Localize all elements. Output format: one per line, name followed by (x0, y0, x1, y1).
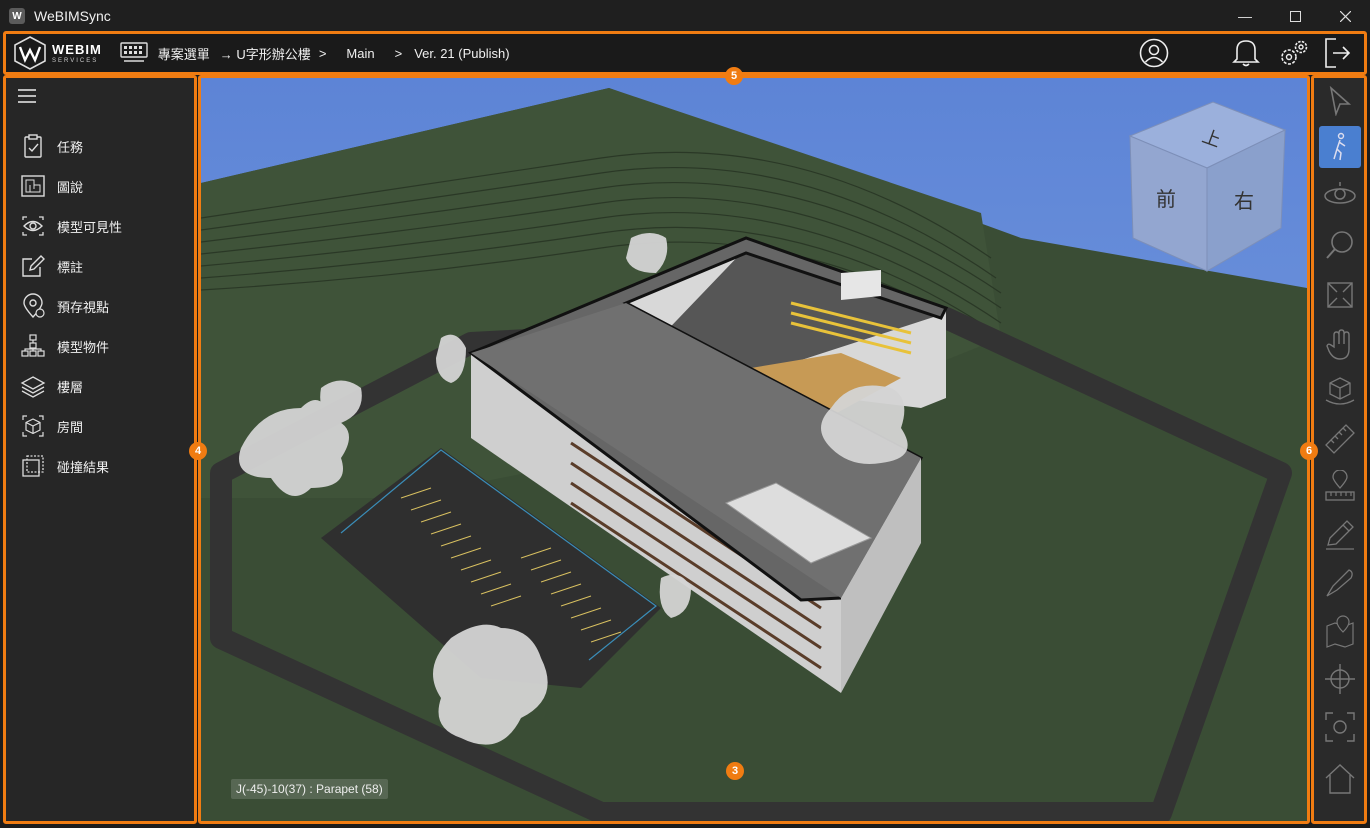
tool-walk[interactable] (1319, 126, 1361, 168)
breadcrumb-projects[interactable]: 專案選單 (158, 44, 210, 63)
measure-ruler-icon (1325, 424, 1355, 454)
sidebar-item-saved-views[interactable]: 預存視點 (20, 286, 122, 326)
user-profile-icon[interactable] (1139, 38, 1169, 68)
right-toolbar (1311, 75, 1367, 824)
settings-gear-icon[interactable] (1278, 38, 1310, 68)
close-button[interactable] (1322, 0, 1368, 32)
blueprint-icon (21, 175, 45, 197)
sidebar-nav: 任務 圖說 模型可見性 標註 預存視點 模型物件 樓層 房間 碰撞結果 (20, 126, 122, 486)
sidebar-item-label: 碰撞結果 (57, 459, 110, 475)
title-bar: W WeBIMSync — (0, 0, 1370, 32)
sidebar-item-label: 標註 (57, 259, 84, 275)
breadcrumb-version[interactable]: Ver. 21 (Publish) (414, 46, 509, 61)
crosshair-icon (1325, 664, 1355, 694)
select-arrow-icon (1329, 86, 1352, 116)
cube-icon (22, 415, 44, 437)
tool-zoom[interactable] (1319, 224, 1361, 266)
sidebar-item-label: 房間 (57, 419, 84, 435)
sidebar-item-drawings[interactable]: 圖說 (20, 166, 122, 206)
tool-measure[interactable] (1319, 418, 1361, 460)
tool-orbit[interactable] (1319, 174, 1361, 216)
tool-target[interactable] (1319, 658, 1361, 700)
bim-model-scene[interactable]: 上 前 右 (201, 78, 1307, 821)
app-header: WEBIM SERVICES 專案選單 → U字形辦公樓 > Main > Ve… (3, 31, 1367, 75)
sidebar-badge: 4 (189, 442, 207, 460)
fit-view-icon (1327, 282, 1353, 308)
status-readout: J(-45)-10(37) : Parapet (58) (231, 779, 388, 799)
tool-select[interactable] (1319, 80, 1361, 122)
tool-home[interactable] (1319, 758, 1361, 800)
pencil-icon (1326, 520, 1354, 550)
hamburger-menu-icon[interactable] (18, 88, 36, 104)
viewcube-front-label: 前 (1156, 187, 1176, 211)
walk-icon (1333, 132, 1346, 161)
tool-fit-view[interactable] (1319, 274, 1361, 316)
knife-icon (1326, 569, 1353, 597)
logo-subtext: SERVICES (52, 57, 99, 64)
edit-icon (22, 255, 45, 277)
map-pin-icon (23, 293, 45, 319)
sidebar-item-label: 模型物件 (57, 339, 110, 355)
webim-logo[interactable]: WEBIM SERVICES (12, 35, 102, 71)
tool-draw[interactable] (1319, 514, 1361, 556)
section-box-icon (1325, 377, 1355, 405)
breadcrumb: 專案選單 → U字形辦公樓 > Main > Ver. 21 (Publish) (120, 42, 510, 64)
screenshot-icon (1325, 712, 1355, 742)
breadcrumb-separator: > (394, 45, 403, 61)
logout-icon[interactable] (1322, 37, 1352, 69)
orbit-icon (1324, 182, 1356, 204)
minimize-button[interactable]: — (1222, 0, 1268, 32)
viewcube-right-label: 右 (1234, 189, 1254, 213)
clipboard-check-icon (24, 134, 42, 158)
webim-logo-icon (14, 36, 46, 70)
sidebar-item-levels[interactable]: 樓層 (20, 366, 122, 406)
sidebar-item-label: 任務 (57, 139, 84, 155)
eye-icon (22, 216, 44, 236)
hierarchy-icon (21, 334, 45, 357)
sidebar-item-label: 圖說 (57, 179, 84, 195)
rooftop-unit-2 (841, 270, 881, 300)
notification-bell-icon[interactable] (1232, 37, 1260, 67)
sidebar-item-visibility[interactable]: 模型可見性 (20, 206, 122, 246)
header-badge: 5 (725, 67, 743, 85)
tool-screenshot[interactable] (1319, 706, 1361, 748)
tool-pan[interactable] (1319, 324, 1361, 366)
sidebar-item-label: 模型可見性 (57, 219, 123, 235)
zoom-icon (1326, 231, 1353, 259)
tool-location-measure[interactable] (1319, 466, 1361, 508)
map-marker-icon (1326, 615, 1354, 648)
breadcrumb-separator: > (318, 45, 327, 61)
breadcrumb-branch[interactable]: Main (346, 46, 374, 61)
sidebar-item-rooms[interactable]: 房間 (20, 406, 122, 446)
viewport-badge: 3 (726, 762, 744, 780)
sidebar-item-label: 樓層 (57, 379, 84, 395)
window-title: WeBIMSync (34, 8, 111, 24)
breadcrumb-project[interactable]: → U字形辦公樓 (220, 44, 311, 63)
sidebar-item-label: 預存視點 (57, 299, 110, 315)
sidebar-item-markup[interactable]: 標註 (20, 246, 122, 286)
3d-viewport[interactable]: 上 前 右 J(-45)-10(37) : Parapet (58) (198, 75, 1310, 824)
project-list-icon[interactable] (120, 42, 148, 64)
location-ruler-icon (1325, 470, 1355, 501)
maximize-button[interactable] (1272, 0, 1318, 32)
home-icon (1325, 764, 1355, 794)
layers-icon (20, 376, 46, 398)
tool-map[interactable] (1319, 610, 1361, 652)
clash-icon (22, 455, 44, 477)
tool-cut[interactable] (1319, 562, 1361, 604)
logo-text: WEBIM (52, 41, 102, 57)
sidebar-item-tasks[interactable]: 任務 (20, 126, 122, 166)
toolbar-badge: 6 (1300, 442, 1318, 460)
sidebar: 任務 圖說 模型可見性 標註 預存視點 模型物件 樓層 房間 碰撞結果 (3, 75, 197, 824)
pan-hand-icon (1326, 329, 1350, 360)
close-icon (1339, 10, 1351, 22)
tool-section-box[interactable] (1319, 370, 1361, 412)
sidebar-item-clash-results[interactable]: 碰撞結果 (20, 446, 122, 486)
app-icon: W (9, 8, 25, 24)
sidebar-item-model-objects[interactable]: 模型物件 (20, 326, 122, 366)
maximize-icon (1289, 10, 1301, 22)
